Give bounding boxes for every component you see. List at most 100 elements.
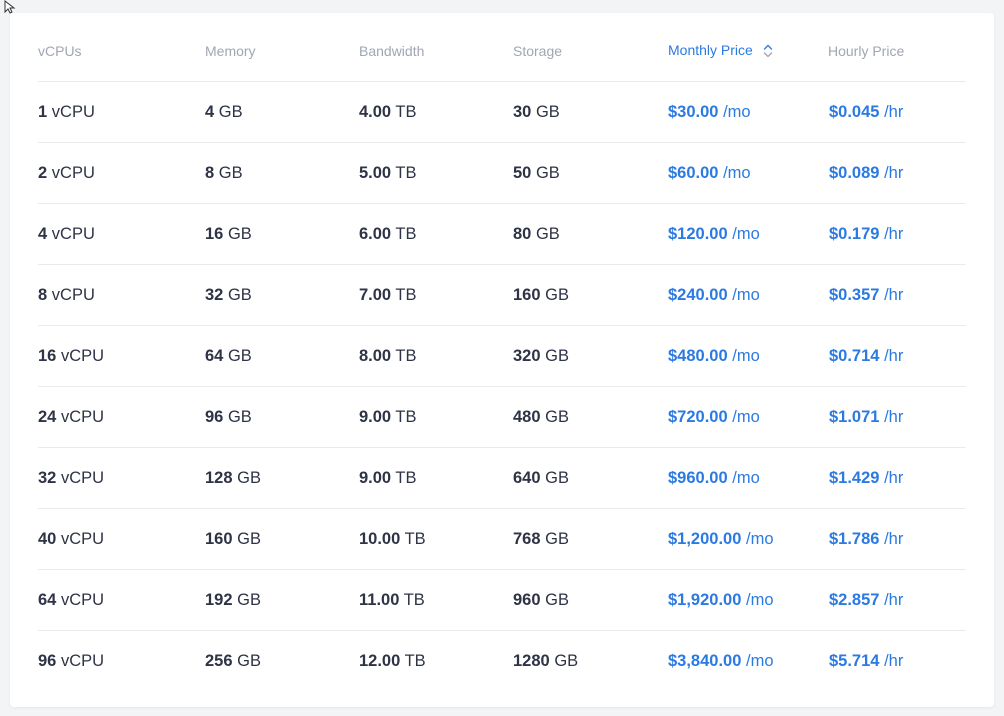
cell-storage-value: 640 <box>513 468 541 487</box>
cell-vcpus-unit: vCPU <box>60 468 105 487</box>
cell-hourly-price-unit: /hr <box>884 163 904 182</box>
cell-monthly-price-value: $480.00 <box>668 346 728 365</box>
cell-vcpus: 8 vCPU <box>38 264 205 326</box>
cell-memory: 96 GB <box>205 386 359 448</box>
column-header-storage[interactable]: Storage <box>513 20 668 82</box>
cell-storage: 960 GB <box>513 569 668 631</box>
cell-hourly-price-unit: /hr <box>884 651 904 670</box>
column-header-memory[interactable]: Memory <box>205 20 359 82</box>
cell-monthly-price-unit: /mo <box>723 102 751 121</box>
cell-storage: 160 GB <box>513 264 668 326</box>
cell-memory-value: 8 <box>205 163 215 182</box>
cell-bandwidth: 12.00 TB <box>359 631 513 692</box>
cell-vcpus-value: 96 <box>38 651 57 670</box>
cell-monthly-price-unit: /mo <box>732 285 760 304</box>
cell-storage-unit: GB <box>545 590 569 609</box>
cell-memory-unit: GB <box>237 529 261 548</box>
cell-hourly-price-value: $5.714 <box>829 651 880 670</box>
cell-monthly-price: $480.00 /mo <box>668 325 828 387</box>
cell-bandwidth: 6.00 TB <box>359 203 513 265</box>
cell-memory: 160 GB <box>205 508 359 570</box>
cell-storage-unit: GB <box>535 224 560 243</box>
cell-vcpus-unit: vCPU <box>60 651 105 670</box>
cell-monthly-price-unit: /mo <box>746 651 774 670</box>
cell-storage-value: 30 <box>513 102 532 121</box>
cell-monthly-price-value: $120.00 <box>668 224 728 243</box>
cell-hourly-price: $0.179 /hr <box>828 203 966 265</box>
sort-toggle-icon[interactable] <box>763 43 773 59</box>
cell-hourly-price: $1.786 /hr <box>828 508 966 570</box>
cell-bandwidth-value: 8.00 <box>359 346 392 365</box>
cell-hourly-price-unit: /hr <box>884 346 904 365</box>
cell-hourly-price-value: $0.357 <box>829 285 880 304</box>
cell-hourly-price: $0.045 /hr <box>828 81 966 143</box>
pricing-table: vCPUs Memory Bandwidth Storage Monthly P… <box>38 20 966 691</box>
table-row[interactable]: 64 vCPU 192 GB 11.00 TB 960 GB $1,920.00 /mo… <box>38 569 966 631</box>
cell-storage-value: 480 <box>513 407 541 426</box>
table-row[interactable]: 24 vCPU 96 GB 9.00 TB 480 GB $720.00 /mo $1.0… <box>38 386 966 448</box>
table-row[interactable]: 1 vCPU 4 GB 4.00 TB 30 GB $30.00 /mo $0.045 /… <box>38 81 966 143</box>
cell-memory: 64 GB <box>205 325 359 387</box>
table-row[interactable]: 8 vCPU 32 GB 7.00 TB 160 GB $240.00 /mo $0.35… <box>38 264 966 326</box>
column-header-monthly-price-label: Monthly Price <box>668 41 753 58</box>
cell-storage: 1280 GB <box>513 631 668 692</box>
cell-storage-value: 960 <box>513 590 541 609</box>
column-header-bandwidth[interactable]: Bandwidth <box>359 20 513 82</box>
table-row[interactable]: 32 vCPU 128 GB 9.00 TB 640 GB $960.00 /mo $1.… <box>38 447 966 509</box>
column-header-vcpus[interactable]: vCPUs <box>38 20 205 82</box>
cell-bandwidth: 10.00 TB <box>359 508 513 570</box>
cell-vcpus-value: 64 <box>38 590 57 609</box>
cell-vcpus-value: 40 <box>38 529 57 548</box>
cell-monthly-price-value: $960.00 <box>668 468 728 487</box>
cell-monthly-price-unit: /mo <box>723 163 751 182</box>
column-header-hourly-price[interactable]: Hourly Price <box>828 20 966 82</box>
cell-monthly-price: $960.00 /mo <box>668 447 828 509</box>
cell-memory-value: 256 <box>205 651 233 670</box>
cell-memory-value: 4 <box>205 102 215 121</box>
table-row[interactable]: 40 vCPU 160 GB 10.00 TB 768 GB $1,200.00 /mo… <box>38 508 966 570</box>
cell-vcpus-unit: vCPU <box>51 102 95 121</box>
cell-hourly-price-value: $1.786 <box>829 529 880 548</box>
cell-vcpus-value: 2 <box>38 163 48 182</box>
cell-monthly-price-value: $3,840.00 <box>668 651 742 670</box>
cell-hourly-price-value: $0.045 <box>829 102 880 121</box>
cell-monthly-price: $1,200.00 /mo <box>668 508 828 570</box>
cell-bandwidth-unit: TB <box>395 163 417 182</box>
cell-storage-unit: GB <box>545 529 569 548</box>
table-row[interactable]: 16 vCPU 64 GB 8.00 TB 320 GB $480.00 /mo $0.7… <box>38 325 966 387</box>
cell-memory: 16 GB <box>205 203 359 265</box>
cell-bandwidth-value: 11.00 <box>359 590 400 609</box>
cell-memory: 4 GB <box>205 81 359 143</box>
cell-memory-unit: GB <box>227 346 252 365</box>
cell-monthly-price-unit: /mo <box>746 529 774 548</box>
cell-vcpus-value: 16 <box>38 346 57 365</box>
cell-bandwidth-unit: TB <box>404 529 426 548</box>
cell-vcpus-unit: vCPU <box>60 407 105 426</box>
cell-vcpus: 1 vCPU <box>38 81 205 143</box>
cell-hourly-price: $2.857 /hr <box>828 569 966 631</box>
cell-bandwidth-unit: TB <box>395 224 417 243</box>
cell-bandwidth-unit: TB <box>395 102 417 121</box>
cell-bandwidth-value: 6.00 <box>359 224 392 243</box>
table-row[interactable]: 2 vCPU 8 GB 5.00 TB 50 GB $60.00 /mo $0.089 /… <box>38 142 966 204</box>
cell-vcpus-unit: vCPU <box>51 163 95 182</box>
cell-vcpus: 24 vCPU <box>38 386 205 448</box>
cell-hourly-price: $1.071 /hr <box>828 386 966 448</box>
cell-memory-value: 16 <box>205 224 224 243</box>
cell-storage-unit: GB <box>545 468 569 487</box>
column-header-monthly-price[interactable]: Monthly Price <box>668 20 828 82</box>
cell-memory-unit: GB <box>218 163 243 182</box>
mouse-cursor-icon <box>4 0 16 14</box>
cell-bandwidth-value: 9.00 <box>359 468 392 487</box>
table-row[interactable]: 96 vCPU 256 GB 12.00 TB 1280 GB $3,840.00 /m… <box>38 631 966 692</box>
cell-vcpus-unit: vCPU <box>60 346 105 365</box>
cell-hourly-price: $1.429 /hr <box>828 447 966 509</box>
cell-hourly-price-unit: /hr <box>884 407 904 426</box>
cell-memory-value: 160 <box>205 529 233 548</box>
cell-memory-unit: GB <box>227 224 252 243</box>
cell-bandwidth-value: 4.00 <box>359 102 392 121</box>
table-row[interactable]: 4 vCPU 16 GB 6.00 TB 80 GB $120.00 /mo $0.179… <box>38 203 966 265</box>
cell-monthly-price-unit: /mo <box>732 346 760 365</box>
cell-storage-unit: GB <box>535 163 560 182</box>
cell-storage-unit: GB <box>545 407 569 426</box>
